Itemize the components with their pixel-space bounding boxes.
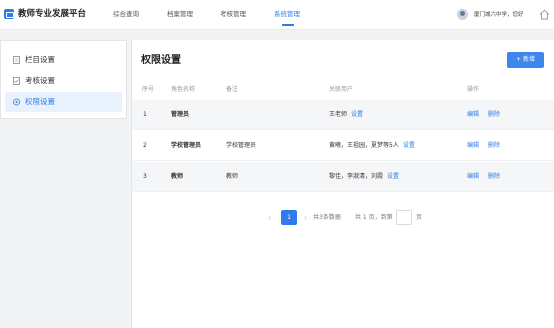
sidebar-item-column-settings[interactable]: 栏目设置 — [5, 50, 122, 70]
nav-item-assessment-management[interactable]: 考核管理 — [220, 10, 246, 19]
sidebar-item-assessment-settings[interactable]: 考核设置 — [5, 71, 122, 91]
total-count: 共3条数据 — [313, 214, 341, 221]
nav-item-system-management[interactable]: 系统管理 — [274, 10, 300, 19]
delete-link[interactable]: 删除 — [488, 173, 500, 181]
user-greeting: 厦门城六中学，您好 — [474, 12, 524, 18]
column-header-remark: 备注 — [226, 86, 239, 93]
linked-users: 王老师 设置 — [329, 111, 363, 119]
column-header-role-name: 角色名称 — [171, 86, 196, 93]
table-row: 1 管理员 王老师 设置 编辑 删除 — [132, 100, 554, 130]
role-name: 管理员 — [171, 111, 190, 118]
add-button[interactable]: + 新增 — [507, 52, 544, 68]
app-logo-icon — [4, 9, 14, 19]
edit-link[interactable]: 编辑 — [467, 173, 479, 181]
permission-icon — [13, 98, 20, 106]
sidebar-item-permission-settings[interactable]: 权限设置 — [5, 92, 122, 112]
table-header: 序号 角色名称 备注 关联用户 操作 — [132, 82, 554, 98]
role-remark: 学校管理员 — [226, 142, 257, 149]
table-row: 3 教师 教师 黎佳，李淑清，刘霞 设置 编辑 删除 — [132, 162, 554, 192]
page-number-button[interactable]: 1 — [281, 210, 297, 225]
role-remark: 教师 — [226, 173, 239, 180]
column-header-linked-users: 关联用户 — [329, 86, 354, 93]
linked-users-text: 王老师 — [329, 111, 348, 118]
nav-item-comprehensive-query[interactable]: 综合查询 — [113, 10, 139, 19]
sidebar-item-label: 考核设置 — [25, 76, 55, 85]
sidebar-item-label: 栏目设置 — [25, 55, 55, 64]
table-row: 2 学校管理员 学校管理员 黄曦，王祖园，夏梦等5人 设置 编辑 删除 — [132, 131, 554, 161]
role-name: 学校管理员 — [171, 142, 202, 149]
row-index: 2 — [143, 142, 147, 149]
set-users-link[interactable]: 设置 — [387, 173, 399, 180]
prev-page-button[interactable]: ‹ — [268, 210, 271, 225]
set-users-link[interactable]: 设置 — [351, 111, 363, 118]
role-name: 教师 — [171, 173, 184, 180]
edit-link[interactable]: 编辑 — [467, 111, 479, 119]
top-bar: 教师专业发展平台 综合查询 档案管理 考核管理 系统管理 厦门城六中学，您好 — [0, 0, 554, 30]
delete-link[interactable]: 删除 — [488, 111, 500, 119]
page-unit-label: 页 — [416, 214, 423, 221]
page-jump-input[interactable] — [396, 210, 412, 225]
linked-users-text: 黎佳，李淑清，刘霞 — [329, 173, 384, 180]
active-nav-indicator — [282, 24, 294, 26]
row-index: 1 — [143, 111, 147, 118]
sidebar-item-label: 权限设置 — [25, 97, 55, 106]
nav-item-archive-management[interactable]: 档案管理 — [167, 10, 193, 19]
linked-users: 黎佳，李淑清，刘霞 设置 — [329, 173, 399, 181]
app-title: 教师专业发展平台 — [18, 9, 87, 19]
document-icon — [13, 56, 20, 64]
home-icon[interactable] — [539, 9, 550, 20]
set-users-link[interactable]: 设置 — [403, 142, 415, 149]
column-header-actions: 操作 — [467, 86, 480, 93]
linked-users-text: 黄曦，王祖园，夏梦等5人 — [329, 142, 399, 149]
total-pages: 共 1 页，到第 — [355, 214, 393, 221]
sidebar: 栏目设置 考核设置 权限设置 — [0, 40, 127, 119]
page-title: 权限设置 — [141, 55, 181, 66]
edit-link[interactable]: 编辑 — [467, 142, 479, 150]
checklist-icon — [13, 77, 20, 85]
row-index: 3 — [143, 173, 147, 180]
avatar[interactable] — [457, 9, 468, 20]
next-page-button[interactable]: › — [304, 210, 307, 225]
main-panel: 权限设置 + 新增 序号 角色名称 备注 关联用户 操作 1 管理员 王老师 设置… — [131, 40, 554, 328]
delete-link[interactable]: 删除 — [488, 142, 500, 150]
column-header-index: 序号 — [142, 86, 155, 93]
linked-users: 黄曦，王祖园，夏梦等5人 设置 — [329, 142, 415, 150]
